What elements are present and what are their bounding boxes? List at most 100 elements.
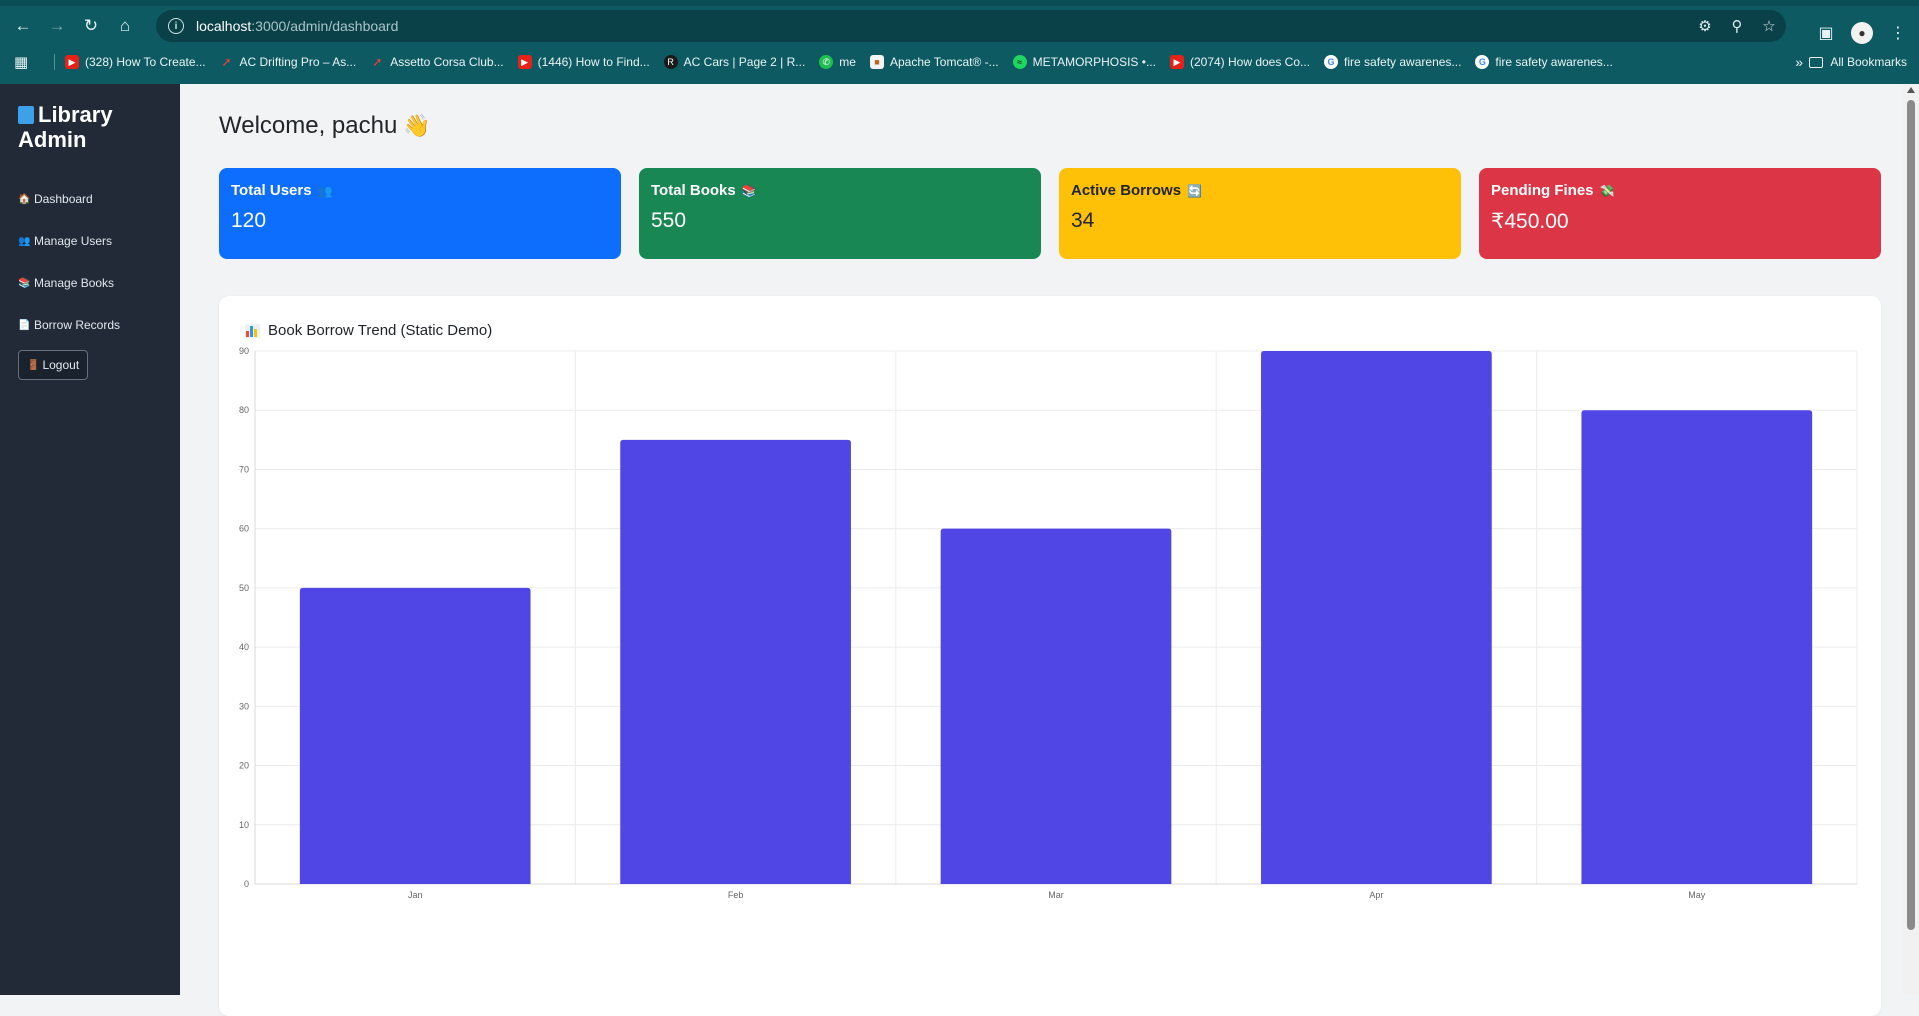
bookmarks-bar: ▦ ▶ (328) How To Create... ➚ AC Drifting Pr… bbox=[0, 48, 1919, 76]
x-tick-label: May bbox=[1688, 890, 1706, 900]
star-icon[interactable]: ☆ bbox=[1756, 13, 1782, 39]
brand-title: Library Admin bbox=[18, 102, 168, 152]
refresh-icon: 🔄 bbox=[1187, 184, 1202, 198]
forward-icon[interactable]: → bbox=[40, 11, 74, 41]
door-icon: 🚪 bbox=[27, 359, 40, 371]
chart-card: Book Borrow Trend (Static Demo) 0 10 20 30 4… bbox=[219, 296, 1881, 1016]
google-icon: G bbox=[1324, 55, 1339, 69]
bookmark-item[interactable]: ≈ METAMORPHOSIS •... bbox=[1012, 55, 1156, 69]
stat-card-active-borrows: Active Borrows 🔄 34 bbox=[1059, 168, 1461, 259]
x-tick-label: Mar bbox=[1048, 890, 1064, 900]
x-tick-label: Apr bbox=[1369, 890, 1383, 900]
url-text[interactable]: localhost:3000/admin/dashboard bbox=[196, 18, 398, 34]
stat-card-value: 34 bbox=[1071, 209, 1095, 232]
youtube-icon: ▶ bbox=[517, 55, 532, 69]
folder-icon bbox=[1809, 56, 1824, 68]
bookmark-item[interactable]: Gfire safety awarenes... bbox=[1324, 55, 1461, 69]
bookmark-item[interactable]: ▶ (2074) How does Co... bbox=[1169, 55, 1311, 69]
bookmark-item[interactable]: ✆ me bbox=[819, 55, 856, 69]
back-icon[interactable]: ← bbox=[6, 11, 40, 41]
page-title: Welcome, pachu 👋 bbox=[219, 112, 431, 140]
bar-feb[interactable] bbox=[620, 439, 851, 884]
sidebar-item-borrow-records[interactable]: 📄 Borrow Records bbox=[18, 304, 120, 346]
bar-mar[interactable] bbox=[940, 528, 1172, 884]
bookmark-item[interactable]: ▶ (1446) How to Find... bbox=[517, 55, 650, 69]
bookmark-label: Assetto Corsa Club... bbox=[390, 55, 504, 69]
stat-card-label: Total Books 📚 bbox=[651, 182, 1029, 199]
bookmark-item[interactable]: R AC Cars | Page 2 | R... bbox=[663, 55, 806, 69]
sidebar-item-manage-books[interactable]: 📚 Manage Books bbox=[18, 262, 120, 304]
stat-card-total-users: Total Users 👥 120 bbox=[219, 168, 621, 259]
browser-toolbar: ← → ↻ ⌂ i localhost:3000/admin/dashboard… bbox=[0, 0, 1919, 84]
scroll-up-icon[interactable] bbox=[1907, 87, 1915, 93]
sidebar-item-label: Manage Users bbox=[34, 234, 113, 248]
bookmark-label: (2074) How does Co... bbox=[1189, 55, 1311, 69]
sidebar-item-label: Dashboard bbox=[34, 192, 93, 206]
bookmark-label: fire safety awarenes... bbox=[1495, 55, 1613, 69]
bookmark-label: AC Drifting Pro – As... bbox=[239, 55, 357, 69]
sidebar-item-manage-users[interactable]: 👥 Manage Users bbox=[18, 220, 120, 262]
bookmark-item[interactable]: ➚ AC Drifting Pro – As... bbox=[220, 55, 357, 69]
users-icon: 👥 bbox=[18, 235, 31, 247]
tomcat-icon: ■ bbox=[869, 55, 884, 69]
racedepartment-icon: R bbox=[663, 55, 678, 69]
bookmark-item[interactable]: Gfire safety awarenes... bbox=[1475, 55, 1613, 69]
y-tick-label: 80 bbox=[239, 405, 249, 415]
extensions-icon[interactable]: ▣ bbox=[1811, 18, 1841, 48]
logout-button[interactable]: 🚪 Logout bbox=[18, 350, 89, 380]
youtube-icon: ▶ bbox=[1169, 55, 1184, 69]
stat-card-pending-fines: Pending Fines 💸 ₹450.00 bbox=[1479, 168, 1881, 259]
sidebar: Library Admin 🏠 Dashboard 👥 Manage Users 📚… bbox=[0, 84, 180, 995]
apps-grid-icon[interactable]: ▦ bbox=[14, 53, 38, 71]
ac-icon: ➚ bbox=[372, 55, 383, 69]
stat-label-text: Pending Fines bbox=[1491, 182, 1594, 199]
menu-kebab-icon[interactable]: ⋮ bbox=[1883, 18, 1913, 48]
stat-label-text: Active Borrows bbox=[1071, 182, 1182, 199]
bookmark-item[interactable]: ▶ (328) How To Create... bbox=[65, 55, 206, 69]
bar-may[interactable] bbox=[1581, 410, 1813, 884]
site-info-icon[interactable]: i bbox=[168, 18, 184, 34]
stat-card-label: Active Borrows 🔄 bbox=[1071, 182, 1449, 199]
stat-label-text: Total Users bbox=[231, 182, 312, 199]
bookmark-label: Apache Tomcat® -... bbox=[889, 55, 999, 69]
bookmark-label: METAMORPHOSIS •... bbox=[1032, 55, 1156, 69]
address-bar[interactable]: i localhost:3000/admin/dashboard ⚙ ⚲ ☆ bbox=[156, 10, 1786, 42]
bar-jan[interactable] bbox=[299, 587, 531, 884]
books-icon: 📚 bbox=[741, 184, 757, 198]
bookmark-item[interactable]: ➚ Assetto Corsa Club... bbox=[370, 55, 503, 69]
all-bookmarks-button[interactable]: All Bookmarks bbox=[1809, 48, 1907, 76]
key-icon[interactable]: ⚙ bbox=[1692, 13, 1718, 39]
home-icon[interactable]: ⌂ bbox=[108, 11, 142, 41]
url-bar-row: ← → ↻ ⌂ i localhost:3000/admin/dashboard… bbox=[0, 8, 1919, 44]
more-bookmarks-icon[interactable]: » bbox=[1795, 48, 1803, 76]
scrollbar-thumb[interactable] bbox=[1907, 100, 1915, 930]
sidebar-item-label: Borrow Records bbox=[34, 318, 121, 332]
zoom-icon[interactable]: ⚲ bbox=[1724, 13, 1750, 39]
bookmark-label: fire safety awarenes... bbox=[1344, 55, 1462, 69]
page-scrollbar[interactable] bbox=[1903, 84, 1919, 995]
profile-avatar-icon[interactable]: ● bbox=[1851, 22, 1873, 44]
logout-label: Logout bbox=[42, 358, 80, 372]
stat-label-text: Total Books bbox=[651, 182, 736, 199]
google-icon: G bbox=[1475, 55, 1490, 69]
bar-chart: 0 10 20 30 40 50 60 70 80 90 Jan Feb Mar Apr May bbox=[239, 346, 1858, 900]
stat-card-label: Total Users 👥 bbox=[231, 182, 609, 199]
sidebar-item-dashboard[interactable]: 🏠 Dashboard bbox=[18, 178, 120, 220]
y-tick-label: 50 bbox=[239, 583, 249, 593]
bookmark-label: (1446) How to Find... bbox=[537, 55, 650, 69]
book-icon bbox=[18, 106, 34, 124]
y-tick-label: 90 bbox=[239, 346, 249, 356]
y-tick-label: 40 bbox=[239, 642, 249, 652]
bookmark-item[interactable]: ■ Apache Tomcat® -... bbox=[869, 55, 999, 69]
url-host: localhost bbox=[196, 18, 252, 34]
stat-card-value: 550 bbox=[651, 209, 687, 232]
reload-icon[interactable]: ↻ bbox=[74, 11, 108, 41]
whatsapp-icon: ✆ bbox=[819, 55, 834, 69]
bar-apr[interactable] bbox=[1261, 351, 1492, 884]
spotify-icon: ≈ bbox=[1012, 55, 1027, 69]
money-icon: 💸 bbox=[1599, 184, 1615, 198]
books-icon: 📚 bbox=[18, 277, 31, 289]
y-tick-label: 70 bbox=[239, 464, 249, 474]
bookmark-label: AC Cars | Page 2 | R... bbox=[683, 55, 806, 69]
y-tick-label: 0 bbox=[244, 879, 249, 889]
